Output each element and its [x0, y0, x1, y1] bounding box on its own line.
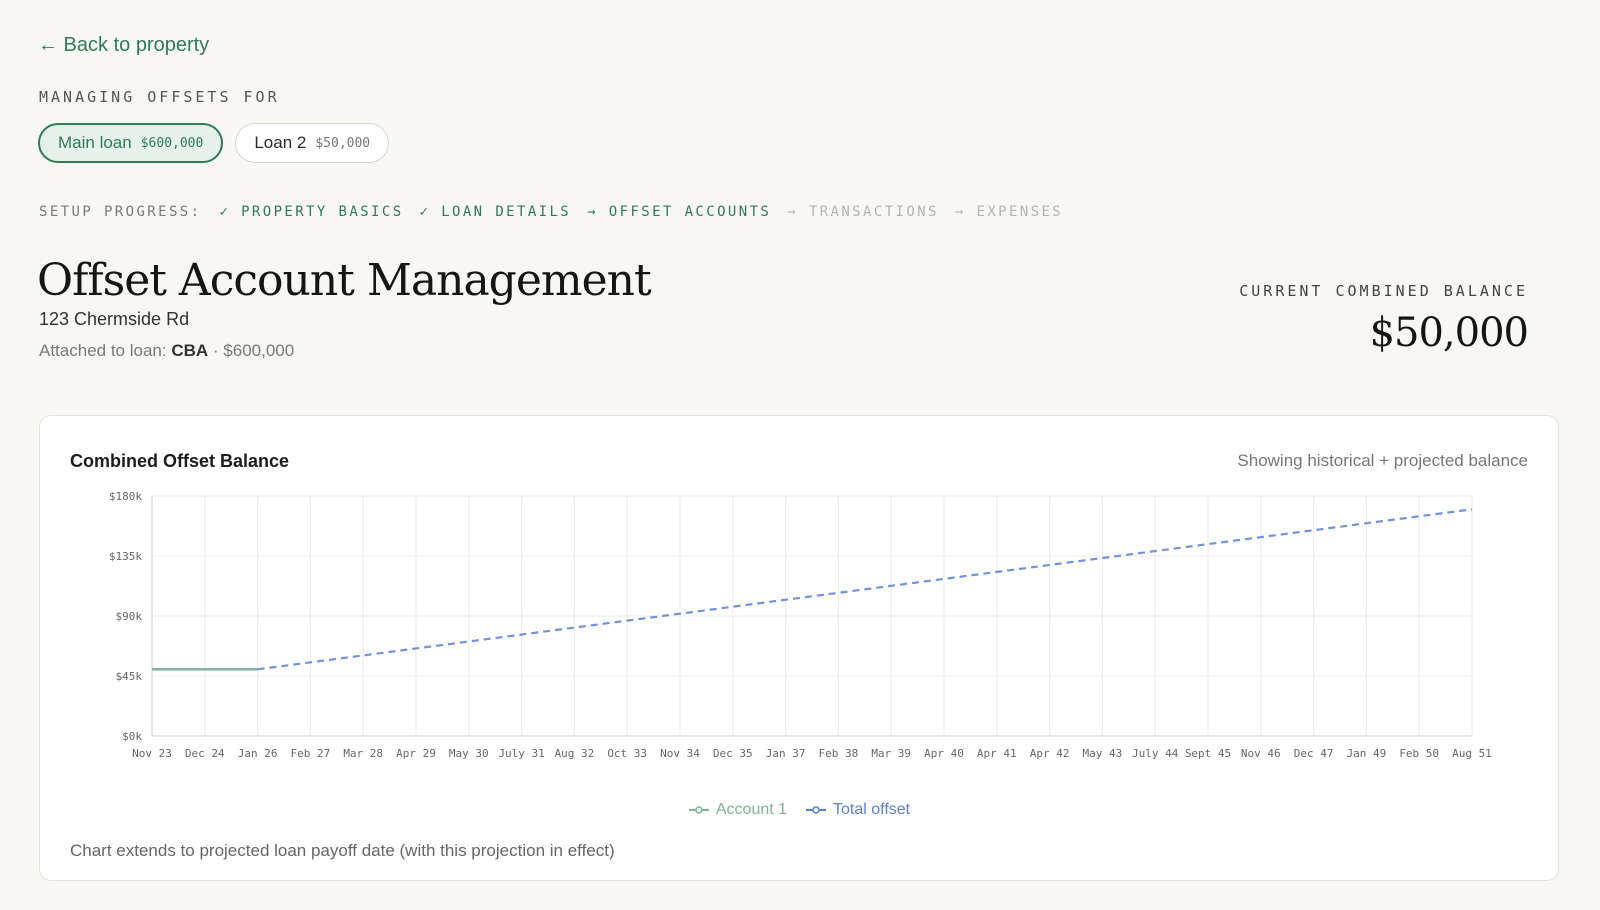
progress-step-expenses: → EXPENSES [954, 204, 1064, 220]
x-tick-label: May 30 [449, 747, 489, 760]
setup-progress: SETUP PROGRESS: ✓ PROPERTY BASICS ✓ LOAN… [39, 204, 1079, 220]
chart-legend: Account 1 Total offset [40, 801, 1558, 819]
x-tick-label: Feb 38 [819, 747, 859, 760]
attached-loan-bank: CBA [171, 341, 209, 360]
attached-loan-info: Attached to loan: CBA · $600,000 [39, 341, 294, 361]
x-tick-label: Jan 49 [1347, 747, 1387, 760]
x-tick-label: May 43 [1083, 747, 1123, 760]
setup-progress-label: SETUP PROGRESS: [39, 204, 202, 220]
offset-balance-card: Combined Offset Balance Showing historic… [39, 415, 1559, 881]
x-tick-label: Oct 33 [607, 747, 647, 760]
x-tick-label: Nov 46 [1241, 747, 1281, 760]
loan-pill-amount: $50,000 [315, 135, 371, 151]
y-tick-label: $135k [109, 550, 142, 563]
x-tick-label: Apr 29 [396, 747, 436, 760]
x-tick-label: Dec 24 [185, 747, 225, 760]
x-tick-label: Aug 51 [1452, 747, 1492, 760]
legend-label: Account 1 [715, 801, 788, 818]
combined-balance-value: $50,000 [1369, 310, 1529, 356]
x-tick-label: Jan 26 [238, 747, 278, 760]
x-tick-label: Feb 50 [1399, 747, 1439, 760]
combined-balance-label: CURRENT COMBINED BALANCE [1239, 282, 1528, 300]
y-tick-label: $45k [116, 670, 143, 683]
y-tick-label: $180k [109, 490, 142, 503]
x-tick-label: Aug 32 [555, 747, 595, 760]
progress-step-loan-details: ✓ LOAN DETAILS [419, 204, 572, 220]
x-tick-label: Dec 35 [713, 747, 753, 760]
loan-selector: Main loan $600,000 Loan 2 $50,000 [38, 123, 390, 163]
y-tick-label: $0k [122, 730, 142, 743]
x-tick-label: Nov 34 [660, 747, 700, 760]
progress-step-property-basics: ✓ PROPERTY BASICS [219, 204, 404, 220]
x-tick-label: Dec 47 [1294, 747, 1334, 760]
legend-item-total-offset[interactable]: Total offset [805, 801, 910, 819]
back-to-property-link[interactable]: ← Back to property [38, 34, 209, 57]
chart-footnote: Chart extends to projected loan payoff d… [70, 841, 615, 860]
loan-pill-name: Loan 2 [254, 133, 307, 152]
legend-item-account-1[interactable]: Account 1 [688, 801, 787, 819]
page-title: Offset Account Management [37, 255, 652, 306]
x-tick-label: Mar 28 [343, 747, 383, 760]
x-tick-label: July 44 [1132, 747, 1179, 760]
loan-pill-name: Main loan [58, 133, 132, 152]
loan-pill-loan-2[interactable]: Loan 2 $50,000 [235, 123, 390, 163]
attached-loan-amount: · $600,000 [212, 341, 295, 360]
x-tick-label: Mar 39 [871, 747, 911, 760]
x-tick-label: Jan 37 [766, 747, 806, 760]
x-tick-label: Sept 45 [1185, 747, 1231, 760]
progress-step-offset-accounts: → OFFSET ACCOUNTS [587, 204, 772, 220]
x-tick-label: Apr 41 [977, 747, 1017, 760]
attached-loan-prefix: Attached to loan: [39, 341, 167, 360]
x-tick-label: Feb 27 [291, 747, 331, 760]
managing-offsets-label: MANAGING OFFSETS FOR [39, 88, 280, 106]
property-address: 123 Chermside Rd [39, 309, 190, 329]
x-tick-label: Nov 23 [132, 747, 172, 760]
legend-line-icon [806, 806, 827, 814]
offset-balance-chart: $0k $45k $90k $135k $180k Nov 23 Dec 24 Jan 26 F… [109, 490, 1492, 760]
progress-step-transactions: → TRANSACTIONS [787, 204, 939, 220]
legend-line-icon [688, 806, 709, 814]
y-tick-label: $90k [116, 610, 143, 623]
x-tick-label: Apr 42 [1030, 747, 1070, 760]
x-tick-label: July 31 [498, 747, 544, 760]
x-tick-label: Apr 40 [924, 747, 964, 760]
loan-pill-amount: $600,000 [140, 135, 204, 151]
loan-pill-main[interactable]: Main loan $600,000 [38, 123, 224, 163]
series-line-total-offset-projected [257, 508, 1473, 671]
legend-label: Total offset [833, 801, 911, 818]
